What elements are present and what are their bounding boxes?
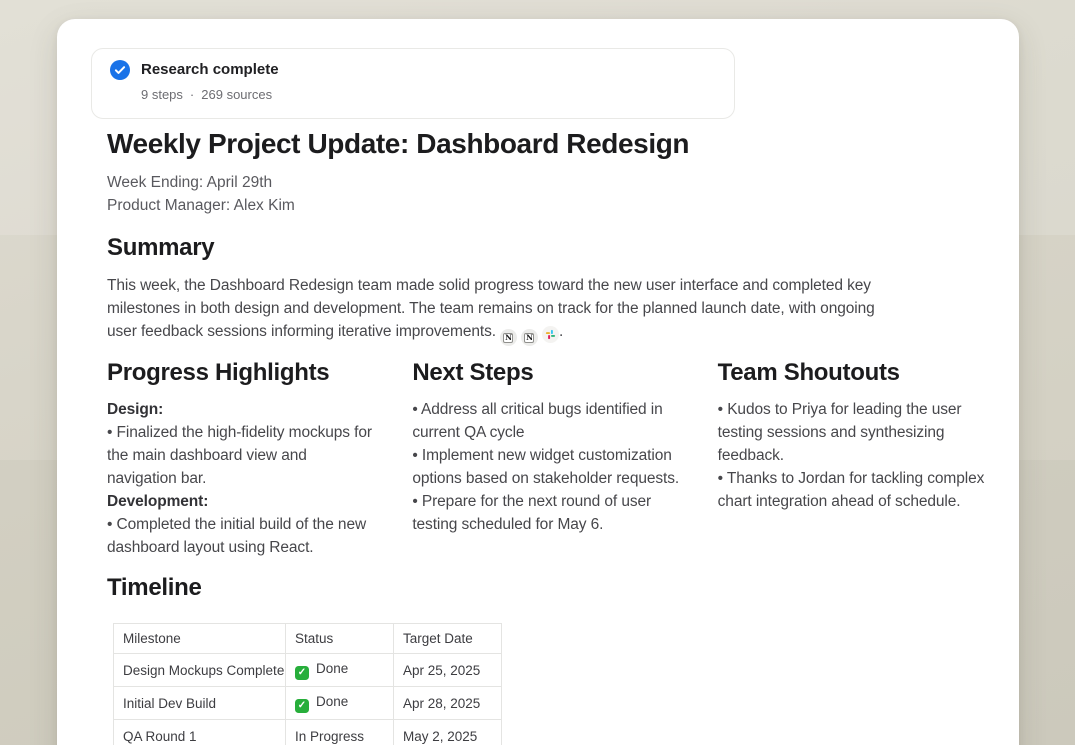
team-shoutouts-heading: Team Shoutouts <box>718 358 989 388</box>
table-row: QA Round 1 In Progress May 2, 2025 <box>114 720 502 745</box>
column-header-target-date: Target Date <box>394 624 502 654</box>
done-check-icon: ✓ <box>295 699 309 713</box>
table-header-row: Milestone Status Target Date <box>114 624 502 654</box>
document-body: Weekly Project Update: Dashboard Redesig… <box>57 128 1019 745</box>
research-status-title: Research complete <box>141 60 279 80</box>
milestone-cell: Initial Dev Build <box>114 687 286 720</box>
status-cell: ✓ Done <box>286 687 394 720</box>
column-subheading: Design: <box>107 398 378 421</box>
slack-source-icon[interactable] <box>542 326 559 343</box>
status-label: In Progress <box>295 729 364 744</box>
research-text-block: Research complete 9 steps · 269 sources <box>141 60 279 102</box>
column-next-steps: Next Steps • Address all critical bugs i… <box>412 358 683 559</box>
meta-week-ending: Week Ending: April 29th <box>107 171 989 194</box>
research-sources-count: 269 sources <box>201 87 272 102</box>
status-cell: ✓ Done <box>286 654 394 687</box>
column-subheading: Development: <box>107 490 378 513</box>
table-row: Design Mockups Complete ✓ Done Apr 25, 20… <box>114 654 502 687</box>
status-label: Done <box>316 661 348 676</box>
progress-highlights-heading: Progress Highlights <box>107 358 378 388</box>
target-date-cell: Apr 28, 2025 <box>394 687 502 720</box>
column-header-milestone: Milestone <box>114 624 286 654</box>
research-steps-count: 9 steps <box>141 87 183 102</box>
document-meta: Week Ending: April 29th Product Manager:… <box>107 171 989 217</box>
target-date-cell: May 2, 2025 <box>394 720 502 745</box>
column-bullet-item: • Kudos to Priya for leading the user te… <box>718 398 989 467</box>
column-bullet-item: • Implement new widget customization opt… <box>412 444 683 490</box>
research-status-card[interactable]: Research complete 9 steps · 269 sources <box>91 48 735 119</box>
column-bullet-item: • Finalized the high-fidelity mockups fo… <box>107 421 378 490</box>
meta-dot-separator: · <box>190 87 194 102</box>
summary-line-text: user feedback sessions informing iterati… <box>107 323 496 340</box>
summary-line: user feedback sessions informing iterati… <box>107 320 989 346</box>
milestone-cell: Design Mockups Complete <box>114 654 286 687</box>
research-meta: 9 steps · 269 sources <box>141 87 279 102</box>
milestone-cell: QA Round 1 <box>114 720 286 745</box>
summary-line: This week, the Dashboard Redesign team m… <box>107 274 989 297</box>
three-column-section: Progress Highlights Design: • Finalized … <box>107 358 989 559</box>
column-bullet-item: • Address all critical bugs identified i… <box>412 398 683 444</box>
column-header-status: Status <box>286 624 394 654</box>
status-label: Done <box>316 694 348 709</box>
column-bullet-item: • Prepare for the next round of user tes… <box>412 490 683 536</box>
timeline-heading: Timeline <box>107 573 989 603</box>
notion-source-icon[interactable]: N <box>500 329 517 346</box>
summary-trailing-period: . <box>559 323 563 340</box>
column-team-shoutouts: Team Shoutouts • Kudos to Priya for lead… <box>718 358 989 559</box>
page-title: Weekly Project Update: Dashboard Redesig… <box>107 128 989 160</box>
meta-product-manager: Product Manager: Alex Kim <box>107 194 989 217</box>
notion-source-icon[interactable]: N <box>521 329 538 346</box>
next-steps-heading: Next Steps <box>412 358 683 388</box>
summary-paragraph: This week, the Dashboard Redesign team m… <box>107 274 989 346</box>
target-date-cell: Apr 25, 2025 <box>394 654 502 687</box>
status-cell: In Progress <box>286 720 394 745</box>
summary-line: milestones in both design and developmen… <box>107 297 989 320</box>
timeline-table: Milestone Status Target Date Design Mock… <box>113 623 502 745</box>
research-complete-check-icon <box>110 60 130 80</box>
table-row: Initial Dev Build ✓ Done Apr 28, 2025 <box>114 687 502 720</box>
document-card: Research complete 9 steps · 269 sources … <box>57 19 1019 745</box>
column-bullet-item: • Completed the initial build of the new… <box>107 513 378 559</box>
column-progress-highlights: Progress Highlights Design: • Finalized … <box>107 358 378 559</box>
done-check-icon: ✓ <box>295 666 309 680</box>
summary-heading: Summary <box>107 233 989 263</box>
column-bullet-item: • Thanks to Jordan for tackling complex … <box>718 467 989 513</box>
